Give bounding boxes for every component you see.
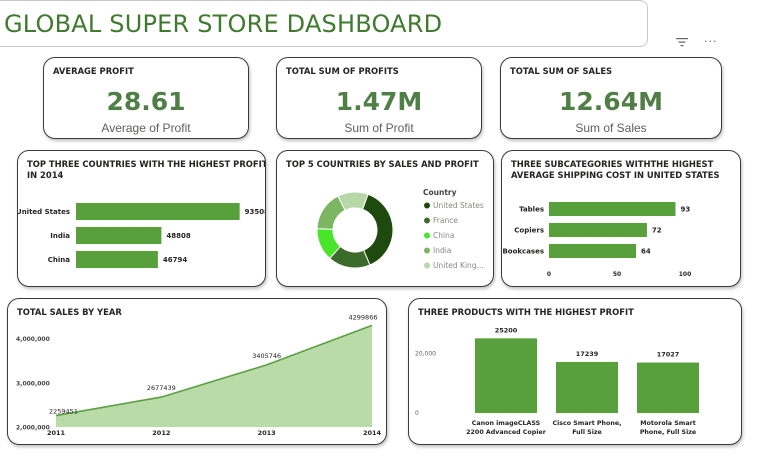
chart-card-top-products: THREE PRODUCTS WITH THE HIGHEST PROFIT 0… bbox=[408, 298, 742, 445]
x-tick-label: 100 bbox=[679, 271, 692, 278]
y-tick-label: 20,000 bbox=[415, 351, 436, 358]
y-tick-label: 3,000,000 bbox=[16, 380, 50, 387]
category-label: 2200 Advanced Copier bbox=[466, 429, 547, 436]
dashboard-title: GLOBAL SUPER STORE DASHBOARD bbox=[4, 10, 443, 38]
data-label: 17239 bbox=[576, 350, 599, 358]
x-tick-label: 0 bbox=[547, 271, 551, 278]
legend-entry: United States bbox=[433, 201, 484, 210]
bar bbox=[637, 362, 699, 413]
data-label: 17027 bbox=[657, 351, 680, 359]
kpi-value: 1.47M bbox=[335, 87, 423, 116]
products-bar-chart: 0 20,000 25200 Canon imageCLASS 2200 Advance… bbox=[415, 326, 699, 436]
legend-entry: United King... bbox=[433, 261, 484, 270]
kpi-value: 12.64M bbox=[559, 87, 663, 116]
legend-marker bbox=[424, 202, 430, 209]
data-label: 48808 bbox=[166, 232, 190, 240]
shipping-bar-chart: Tables 93 Copiers 72 Bookcases 64 0 50 100 bbox=[502, 202, 692, 278]
chart-card-sales-by-year: TOTAL SALES BY YEAR 2,000,000 3,000,000 4,… bbox=[7, 298, 387, 445]
area-fill bbox=[56, 325, 372, 427]
bar bbox=[549, 223, 647, 237]
sales-area-chart: 2,000,000 3,000,000 4,000,000 2259451 267743… bbox=[16, 313, 382, 437]
bar bbox=[76, 203, 240, 220]
category-label: Motorola Smart bbox=[640, 420, 695, 427]
data-label: 93 bbox=[680, 206, 690, 214]
category-label: United States bbox=[18, 208, 70, 216]
kpi-value: 28.61 bbox=[106, 87, 186, 116]
kpi-title: AVERAGE PROFIT bbox=[53, 66, 134, 76]
category-label: China bbox=[48, 256, 71, 264]
legend-marker bbox=[424, 247, 430, 254]
kpi-title: TOTAL SUM OF PROFITS bbox=[286, 66, 399, 76]
kpi-label: Sum of Profit bbox=[344, 121, 414, 135]
kpi-card-total-sales: TOTAL SUM OF SALES 12.64M Sum of Sales bbox=[500, 57, 722, 139]
legend-entry: China bbox=[433, 231, 454, 240]
category-label: Bookcases bbox=[502, 248, 544, 256]
data-label: 46794 bbox=[163, 256, 187, 264]
kpi-label: Sum of Sales bbox=[575, 121, 647, 135]
category-label: Phone, Full Size bbox=[640, 429, 696, 436]
category-label: Tables bbox=[519, 206, 544, 214]
data-label: 93508 bbox=[245, 208, 266, 216]
donut-slice bbox=[361, 193, 394, 266]
category-label: Full Size bbox=[572, 429, 602, 436]
data-label: 3405746 bbox=[252, 352, 281, 360]
y-tick-label: 4,000,000 bbox=[16, 336, 50, 343]
data-label: 2259451 bbox=[49, 408, 78, 416]
x-tick-label: 2011 bbox=[47, 429, 66, 437]
data-label: 4299866 bbox=[349, 313, 378, 321]
legend-marker bbox=[424, 232, 430, 239]
top5-donut-chart: Country United States France China India Unit… bbox=[316, 188, 484, 270]
chart-card-top5-countries: TOP 5 COUNTRIES BY SALES AND PROFIT Coun… bbox=[276, 150, 494, 287]
bar bbox=[556, 361, 618, 413]
x-tick-label: 2012 bbox=[152, 429, 170, 437]
filter-icon[interactable] bbox=[676, 36, 688, 50]
kpi-title: TOTAL SUM OF SALES bbox=[510, 66, 613, 76]
legend-marker bbox=[424, 217, 430, 224]
legend-entry: France bbox=[433, 216, 458, 225]
kpi-card-total-profits: TOTAL SUM OF PROFITS 1.47M Sum of Profit bbox=[276, 57, 482, 139]
more-options-icon[interactable]: ··· bbox=[704, 35, 718, 48]
y-tick-label: 2,000,000 bbox=[16, 425, 50, 432]
data-label: 25200 bbox=[495, 326, 518, 334]
data-label: 2677439 bbox=[147, 384, 176, 392]
bar bbox=[475, 338, 537, 413]
bar bbox=[76, 251, 158, 268]
chart-card-top-countries: TOP THREE COUNTRIES WITH THE HIGHEST PRO… bbox=[17, 150, 266, 287]
kpi-card-average-profit: AVERAGE PROFIT 28.61 Average of Profit bbox=[43, 57, 249, 139]
x-tick-label: 2013 bbox=[258, 429, 276, 437]
kpi-label: Average of Profit bbox=[101, 121, 191, 135]
category-label: Canon imageCLASS bbox=[472, 420, 541, 427]
legend-marker bbox=[424, 262, 430, 269]
legend-entry: India bbox=[433, 246, 451, 255]
bar bbox=[549, 244, 637, 258]
x-tick-label: 2014 bbox=[363, 429, 382, 437]
y-tick-label: 0 bbox=[415, 410, 419, 417]
x-tick-label: 50 bbox=[613, 271, 621, 278]
data-label: 72 bbox=[652, 227, 662, 235]
legend-title: Country bbox=[423, 188, 457, 197]
category-label: Cisco Smart Phone, bbox=[552, 420, 621, 427]
category-label: India bbox=[50, 232, 70, 240]
data-label: 64 bbox=[641, 248, 651, 256]
category-label: Copiers bbox=[514, 227, 544, 235]
chart-card-shipping-cost: THREE SUBCATEGORIES WITHTHE HIGHEST AVERA… bbox=[501, 150, 741, 287]
bar bbox=[76, 227, 162, 244]
top-countries-bar-chart: United States 93508 India 48808 China 46794 bbox=[18, 203, 266, 268]
bar bbox=[549, 202, 676, 216]
